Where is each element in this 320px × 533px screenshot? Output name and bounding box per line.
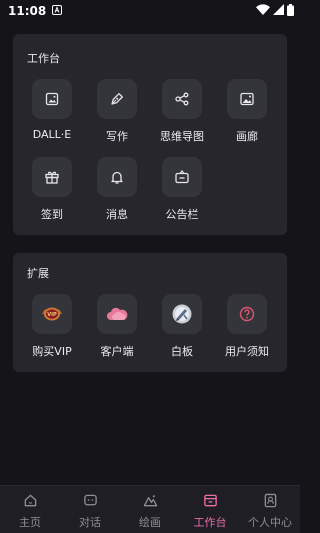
battery-icon — [287, 3, 294, 19]
client-label: 客户端 — [100, 345, 134, 358]
status-time: 11:08 — [8, 4, 47, 18]
extensions-title: 扩展 — [27, 267, 49, 280]
image-icon — [32, 79, 72, 119]
mountain-icon — [143, 493, 158, 512]
pen-icon — [97, 79, 137, 119]
user-notice-label: 用户须知 — [225, 345, 269, 358]
gift-icon — [32, 157, 72, 197]
workbench-title: 工作台 — [27, 52, 60, 65]
buy-vip-tile[interactable]: VIP 购买VIP — [22, 294, 82, 359]
gallery-icon — [227, 79, 267, 119]
tab-home[interactable]: 主页 — [0, 486, 60, 533]
vip-badge-icon: VIP — [32, 294, 72, 334]
tab-profile[interactable]: 个人中心 — [240, 486, 300, 533]
dalle-tile[interactable]: DALL·E — [22, 79, 82, 141]
mindmap-label: 思维导图 — [160, 130, 204, 143]
billboard-icon — [162, 157, 202, 197]
workbench-icon — [203, 493, 218, 512]
cloud-icon — [97, 294, 137, 334]
messages-tile[interactable]: 消息 — [87, 157, 147, 222]
profile-icon — [263, 493, 278, 512]
signal-icon — [273, 4, 284, 18]
tab-drawing[interactable]: 绘画 — [120, 486, 180, 533]
workbench-card: 工作台 DALL·E 写作 思维导图 画廊 签到 消息 公告栏 — [13, 34, 287, 235]
whiteboard-icon — [162, 294, 202, 334]
bulletin-label: 公告栏 — [165, 208, 199, 221]
user-notice-tile[interactable]: 用户须知 — [217, 294, 277, 359]
dalle-label: DALL·E — [32, 128, 72, 141]
chat-icon — [83, 493, 98, 512]
bulletin-tile[interactable]: 公告栏 — [152, 157, 212, 222]
bell-icon — [97, 157, 137, 197]
question-icon — [227, 294, 267, 334]
extensions-card: 扩展 VIP 购买VIP 客户端 白板 用户须知 — [13, 253, 287, 372]
tab-chat[interactable]: 对话 — [60, 486, 120, 533]
writing-tile[interactable]: 写作 — [87, 79, 147, 144]
tab-profile-label: 个人中心 — [248, 516, 292, 529]
gallery-tile[interactable]: 画廊 — [217, 79, 277, 144]
tab-chat-label: 对话 — [79, 516, 101, 529]
mindmap-icon — [162, 79, 202, 119]
a-badge-icon — [52, 4, 63, 18]
tab-workbench-label: 工作台 — [193, 516, 227, 529]
whiteboard-tile[interactable]: 白板 — [152, 294, 212, 359]
tab-drawing-label: 绘画 — [139, 516, 161, 529]
home-icon — [23, 493, 38, 512]
whiteboard-label: 白板 — [171, 345, 193, 358]
client-tile[interactable]: 客户端 — [87, 294, 147, 359]
status-bar: 11:08 — [0, 0, 300, 22]
wifi-icon — [256, 4, 270, 18]
checkin-tile[interactable]: 签到 — [22, 157, 82, 222]
mindmap-tile[interactable]: 思维导图 — [152, 79, 212, 144]
tab-workbench[interactable]: 工作台 — [180, 486, 240, 533]
writing-label: 写作 — [106, 130, 128, 143]
tab-home-label: 主页 — [19, 516, 41, 529]
checkin-label: 签到 — [41, 208, 63, 221]
svg-text:VIP: VIP — [47, 312, 57, 318]
buy-vip-label: 购买VIP — [32, 345, 72, 358]
bottom-tab-bar: 主页 对话 绘画 工作台 个人中心 — [0, 485, 300, 533]
gallery-label: 画廊 — [236, 130, 258, 143]
messages-label: 消息 — [106, 208, 128, 221]
